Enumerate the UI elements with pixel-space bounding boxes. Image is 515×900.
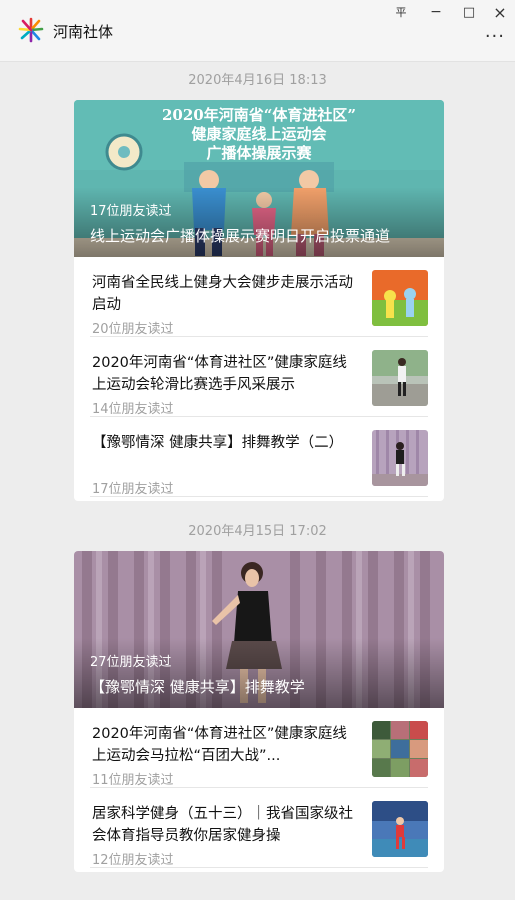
item-thumbnail <box>372 270 428 326</box>
article-group: 2020年4月16日 18:13 2020年河南省“体育进社区” 健康家庭线上运… <box>0 62 515 501</box>
hero-article[interactable]: 2020年河南省“体育进社区” 健康家庭线上运动会 广播体操展示赛 17位朋友读… <box>74 100 444 257</box>
item-thumbnail <box>372 350 428 406</box>
app-logo-icon <box>18 17 44 43</box>
hero-overlay <box>74 638 444 708</box>
item-read-count: 20位朋友读过 <box>92 322 174 337</box>
close-icon: × <box>493 2 507 22</box>
wechat-articles-window: 河南社体 平 − □ × ··· 2020年4月16日 18:13 2020年河… <box>0 0 515 900</box>
group-timestamp: 2020年4月16日 18:13 <box>188 73 327 88</box>
article-group: 2020年4月15日 17:02 27位朋友读过 【豫鄂情深 健康共享】排舞教学… <box>0 513 515 872</box>
minimize-button[interactable]: − <box>425 2 447 22</box>
list-item[interactable]: 河南省全民线上健身大会健步走展示活动启动 20位朋友读过 <box>90 257 428 337</box>
banner-line: 健康家庭线上运动会 <box>191 125 327 143</box>
card-footer-spacer <box>74 497 444 501</box>
hero-title: 线上运动会广播体操展示赛明日开启投票通道 <box>90 227 391 245</box>
item-read-count: 17位朋友读过 <box>92 482 174 497</box>
hero-article[interactable]: 27位朋友读过 【豫鄂情深 健康共享】排舞教学 <box>74 551 444 708</box>
item-thumbnail <box>372 430 428 486</box>
item-title: 2020年河南省“体育进社区”健康家庭线上运动会轮滑比赛选手风采展示 <box>92 355 347 393</box>
article-card: 2020年河南省“体育进社区” 健康家庭线上运动会 广播体操展示赛 17位朋友读… <box>74 100 444 501</box>
list-item[interactable]: 2020年河南省“体育进社区”健康家庭线上运动会轮滑比赛选手风采展示 14位朋友… <box>90 337 428 417</box>
item-read-count: 11位朋友读过 <box>92 773 174 788</box>
hero-banner-text: 2020年河南省“体育进社区” 健康家庭线上运动会 广播体操展示赛 <box>74 106 444 163</box>
card-footer-spacer <box>74 868 444 872</box>
app-title: 河南社体 <box>53 23 114 41</box>
list-item[interactable]: 居家科学健身（五十三）｜我省国家级社会体育指导员教你居家健身操 12位朋友读过 <box>90 788 428 868</box>
hero-read-count: 27位朋友读过 <box>90 655 172 670</box>
item-title: 2020年河南省“体育进社区”健康家庭线上运动会马拉松“百团大战”... <box>92 726 347 764</box>
item-title: 【豫鄂情深 健康共享】排舞教学（二） <box>92 435 344 451</box>
article-card: 27位朋友读过 【豫鄂情深 健康共享】排舞教学 2020年河南省“体育进社区”健… <box>74 551 444 872</box>
maximize-button[interactable]: □ <box>458 2 480 22</box>
item-title: 河南省全民线上健身大会健步走展示活动启动 <box>92 275 353 313</box>
banner-line: 2020年河南省“体育进社区” <box>161 106 356 124</box>
item-read-count: 12位朋友读过 <box>92 853 174 868</box>
more-options-button[interactable]: ··· <box>485 28 505 46</box>
item-thumbnail <box>372 721 428 777</box>
pin-button[interactable]: 平 <box>390 2 412 22</box>
hero-overlay <box>74 187 444 257</box>
title-bar: 河南社体 平 − □ × ··· <box>0 0 515 62</box>
minimize-icon: − <box>430 4 442 20</box>
hero-title: 【豫鄂情深 健康共享】排舞教学 <box>90 678 305 696</box>
pin-icon: 平 <box>395 6 407 19</box>
hero-read-count: 17位朋友读过 <box>90 204 172 219</box>
item-thumbnail <box>372 801 428 857</box>
more-icon: ··· <box>484 26 505 47</box>
item-read-count: 14位朋友读过 <box>92 402 174 417</box>
list-item[interactable]: 【豫鄂情深 健康共享】排舞教学（二） 17位朋友读过 <box>90 417 428 497</box>
article-feed: 2020年4月16日 18:13 2020年河南省“体育进社区” 健康家庭线上运… <box>0 62 515 872</box>
item-title: 居家科学健身（五十三）｜我省国家级社会体育指导员教你居家健身操 <box>92 806 353 844</box>
group-timestamp: 2020年4月15日 17:02 <box>188 524 327 539</box>
banner-line: 广播体操展示赛 <box>206 144 312 162</box>
list-item[interactable]: 2020年河南省“体育进社区”健康家庭线上运动会马拉松“百团大战”... 11位… <box>90 708 428 788</box>
maximize-icon: □ <box>462 4 476 20</box>
close-button[interactable]: × <box>489 2 511 22</box>
